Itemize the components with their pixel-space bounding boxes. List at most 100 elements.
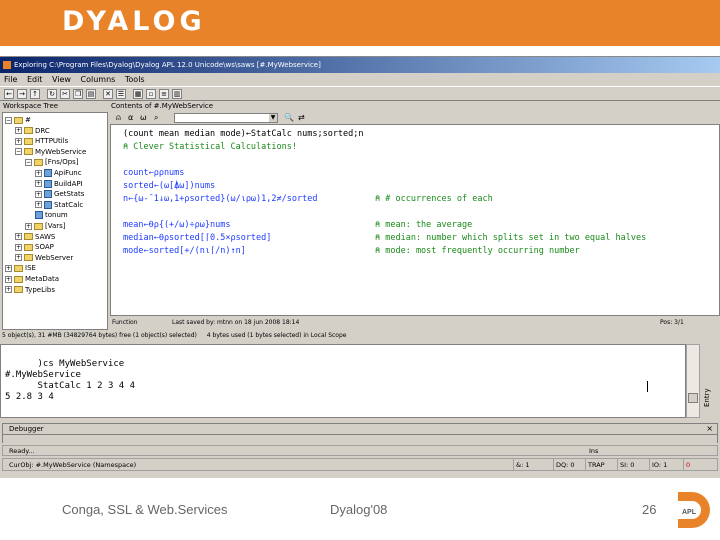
tree-item[interactable]: tonum xyxy=(35,210,68,220)
tree-item[interactable]: − MyWebService xyxy=(15,147,86,157)
expand-icon[interactable]: + xyxy=(35,201,42,209)
menu-file[interactable]: File xyxy=(4,75,17,84)
status-cell: DQ: 0 xyxy=(553,459,575,470)
scrollbar-thumb[interactable] xyxy=(688,393,698,403)
large-icons-icon[interactable]: ▦ xyxy=(133,89,143,99)
up-folder-icon[interactable]: ↑ xyxy=(30,89,40,99)
code-editor[interactable]: (count mean median mode)←StatCalc nums;s… xyxy=(110,124,720,316)
entry-label: Entry xyxy=(703,388,711,407)
session-scrollbar[interactable] xyxy=(686,344,700,418)
comment-icon[interactable]: ⍝ xyxy=(116,113,121,123)
paste-icon[interactable]: ▤ xyxy=(86,89,96,99)
status-cell: 0 xyxy=(683,459,690,470)
menu-columns[interactable]: Columns xyxy=(81,75,116,84)
cut-icon[interactable]: ✂ xyxy=(60,89,70,99)
collapse-icon[interactable]: − xyxy=(5,116,12,124)
expand-icon[interactable]: + xyxy=(15,243,22,251)
menu-edit[interactable]: Edit xyxy=(27,75,43,84)
delete-icon[interactable]: ✕ xyxy=(103,89,113,99)
tree-item[interactable]: − [Fns/Ops] xyxy=(25,157,79,167)
close-icon[interactable]: × xyxy=(706,424,713,434)
tree-item[interactable]: + SOAP xyxy=(15,242,54,252)
copy-icon[interactable]: ❐ xyxy=(73,89,83,99)
code-line[interactable]: mode←sorted[+/(n⍳⌈/n)↑n] ⍝ mode: most fre… xyxy=(123,246,580,256)
tree-item[interactable]: + SAWS xyxy=(15,232,55,242)
debugger-bar: Debugger × xyxy=(2,423,718,435)
workspace-tree-header: Workspace Tree xyxy=(3,102,59,110)
collapse-icon[interactable]: − xyxy=(25,158,32,166)
expand-icon[interactable]: + xyxy=(35,190,42,198)
collapse-icon[interactable]: − xyxy=(15,148,22,156)
session-line[interactable]: 5 2.8 3 4 xyxy=(5,392,54,402)
explorer-window: Exploring C:\Program Files\Dyalog\Dyalog… xyxy=(0,56,720,478)
expand-icon[interactable]: + xyxy=(5,275,12,283)
editor-kind: Function xyxy=(112,319,138,326)
debugger-label: Debugger xyxy=(9,425,44,433)
workspace-tree[interactable]: − # + DRC + HTTPUtils − MyWebService − [Fns/Ops] +… xyxy=(2,112,108,330)
contents-header: Contents of #.MyWebService xyxy=(111,102,214,110)
tree-item[interactable]: + [Vars] xyxy=(25,221,66,231)
small-icons-icon[interactable]: ▫ xyxy=(146,89,156,99)
tree-item[interactable]: + DRC xyxy=(15,126,50,136)
chevron-down-icon[interactable]: ▼ xyxy=(269,114,277,122)
code-line[interactable]: ⍝ Clever Statistical Calculations! xyxy=(123,142,297,152)
expand-icon[interactable]: + xyxy=(35,180,42,188)
tree-item[interactable]: + ISE xyxy=(5,263,36,273)
menu-tools[interactable]: Tools xyxy=(125,75,145,84)
code-line[interactable]: (count mean median mode)←StatCalc nums;s… xyxy=(123,129,364,139)
folder-icon xyxy=(24,233,33,241)
main-toolbar: ← → ↑ ↻ ✂ ❐ ▤ ✕ ☰ ▦ ▫ ≡ ▥ xyxy=(0,86,720,101)
replace-icon[interactable]: ⇄ xyxy=(298,113,305,122)
code-line[interactable]: count←⍴⍴nums xyxy=(123,168,184,178)
code-line[interactable]: n←{⍵-¯1↓⍵,1+⍴sorted}(⍵/⍳⍴⍵)1,2≠/sorted ⍝ … xyxy=(123,194,493,204)
code-line[interactable]: sorted←(⍵[⍋⍵])nums xyxy=(123,181,215,191)
find-icon[interactable]: 🔍 xyxy=(284,113,294,122)
expand-icon[interactable]: + xyxy=(5,264,12,272)
debugger-pane xyxy=(2,435,718,443)
tree-item[interactable]: − # xyxy=(5,115,31,125)
properties-icon[interactable]: ☰ xyxy=(116,89,126,99)
expand-icon[interactable]: + xyxy=(15,233,22,241)
session-window[interactable]: )cs MyWebService #.MyWebService StatCalc … xyxy=(0,344,686,418)
session-line[interactable]: )cs MyWebService xyxy=(5,359,125,369)
details-view-icon[interactable]: ▥ xyxy=(172,89,182,99)
session-line[interactable]: StatCalc 1 2 3 4 4 xyxy=(5,381,136,391)
menu-view[interactable]: View xyxy=(52,75,71,84)
expand-icon[interactable]: + xyxy=(15,137,22,145)
function-selector[interactable]: ▼ xyxy=(174,113,278,123)
expand-icon[interactable]: + xyxy=(25,222,32,230)
list-view-icon[interactable]: ≡ xyxy=(159,89,169,99)
uncomment-icon[interactable]: ⍺ xyxy=(128,113,133,122)
folder-icon xyxy=(24,148,33,156)
session-line[interactable]: #.MyWebService xyxy=(5,370,81,380)
expand-icon[interactable]: + xyxy=(35,169,42,177)
tree-item[interactable]: + MetaData xyxy=(5,274,59,284)
expand-icon[interactable]: + xyxy=(5,286,12,294)
tree-item[interactable]: + StatCalc xyxy=(35,200,83,210)
window-title: Exploring C:\Program Files\Dyalog\Dyalog… xyxy=(14,61,321,69)
expand-icon[interactable]: + xyxy=(15,127,22,135)
function-icon xyxy=(44,169,52,177)
search-icon[interactable]: ⌕ xyxy=(154,113,158,123)
tree-item-label: ISE xyxy=(25,264,36,273)
tree-item[interactable]: + TypeLibs xyxy=(5,285,55,295)
apl-badge-text: APL xyxy=(682,509,697,516)
tree-item[interactable]: + WebServer xyxy=(15,253,73,263)
forward-icon[interactable]: → xyxy=(17,89,27,99)
tree-item-label: TypeLibs xyxy=(25,285,56,294)
format-icon[interactable]: ⍵ xyxy=(140,113,147,122)
tree-item-label: [Vars] xyxy=(45,222,66,230)
expand-icon[interactable]: + xyxy=(15,254,22,262)
tree-item-label: [Fns/Ops] xyxy=(45,158,79,167)
tree-item[interactable]: + ApiFunc xyxy=(35,168,82,178)
tree-item[interactable]: + HTTPUtils xyxy=(15,136,68,146)
code-line[interactable]: median←⍬⍴sorted[⌈0.5×⍴sorted] ⍝ median: n… xyxy=(123,233,646,243)
code-line[interactable]: mean←⍬⍴{(+/⍵)÷⍴⍵}nums ⍝ mean: the average xyxy=(123,220,472,230)
folder-icon xyxy=(14,116,23,124)
status-bar-ready: Ready... Ins xyxy=(2,445,718,456)
app-icon xyxy=(3,61,11,69)
back-icon[interactable]: ← xyxy=(4,89,14,99)
tree-item[interactable]: + GetStats xyxy=(35,189,84,199)
tree-item[interactable]: + BuildAPI xyxy=(35,179,83,189)
refresh-icon[interactable]: ↻ xyxy=(47,89,57,99)
